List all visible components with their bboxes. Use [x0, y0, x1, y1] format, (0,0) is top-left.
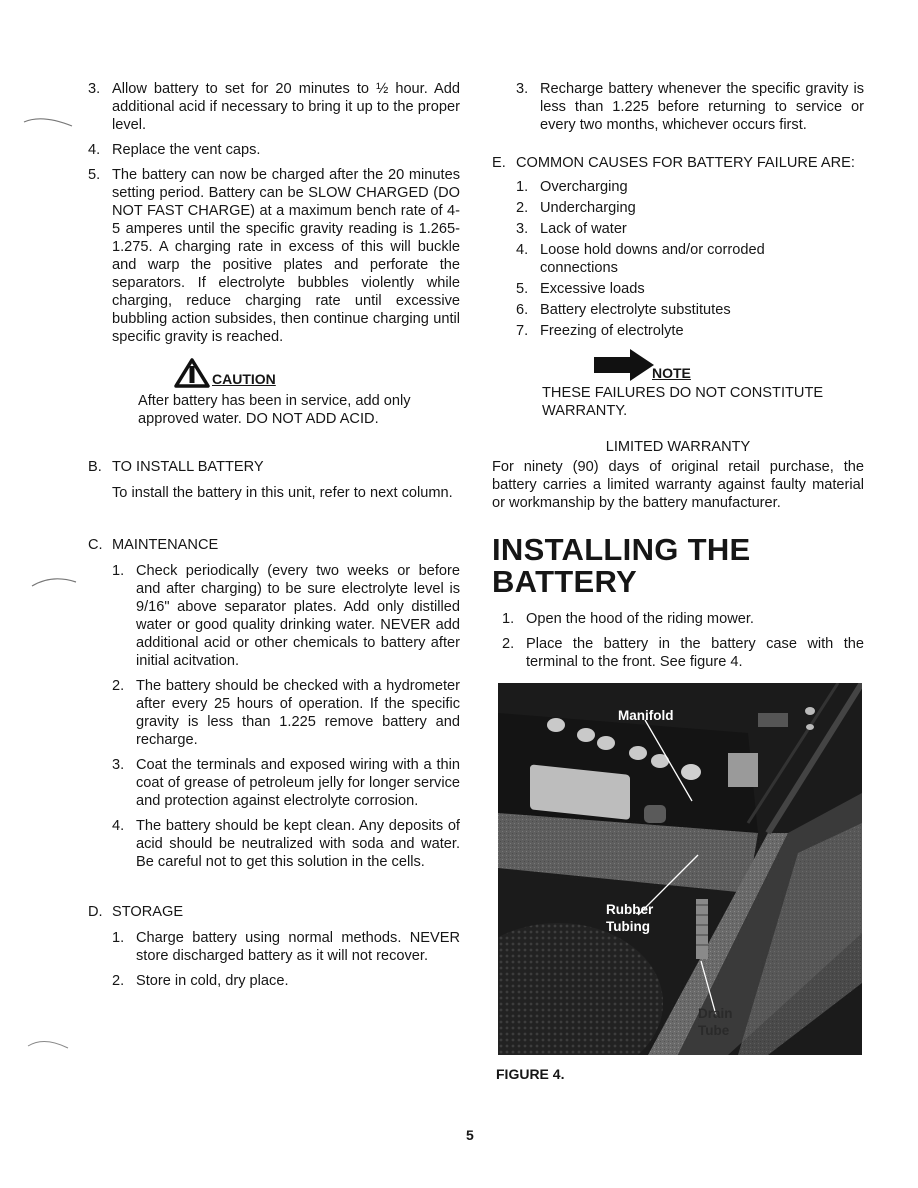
list-item: 1. Overcharging	[516, 179, 628, 195]
arrow-right-icon	[594, 349, 654, 381]
warning-triangle-icon	[174, 358, 210, 388]
note-heading: NOTE	[594, 348, 864, 382]
section-b-text: To install the battery in this unit, ref…	[112, 485, 453, 501]
storage-list: 1. Charge battery using normal methods. N…	[88, 929, 460, 990]
list-item: 4. Loose hold downs and/or corroded conne…	[516, 242, 765, 276]
list-item: 7. Freezing of electrolyte	[516, 323, 684, 339]
battery-fill-steps: 3. Allow battery to set for 20 minutes to…	[88, 80, 460, 346]
note-text: THESE FAILURES DO NOT CONSTITUTE WARRANT…	[542, 385, 824, 419]
note-label: NOTE	[652, 365, 691, 381]
section-title: STORAGE	[112, 904, 184, 920]
drain-tube-label: Drain Tube	[698, 1006, 733, 1038]
left-column: 3. Allow battery to set for 20 minutes to…	[88, 80, 460, 997]
scan-mark	[27, 1041, 69, 1049]
section-c: C. MAINTENANCE	[88, 537, 219, 553]
section-e: E. COMMON CAUSES FOR BATTERY FAILURE ARE…	[492, 155, 855, 171]
list-item: 2. The battery should be checked with a h…	[112, 678, 460, 748]
scan-mark	[23, 118, 73, 127]
section-title: TO INSTALL BATTERY	[112, 459, 264, 475]
section-d: D. STORAGE	[88, 904, 184, 920]
warranty-title: LIMITED WARRANTY	[605, 439, 751, 455]
list-item: 2. Undercharging	[516, 200, 636, 216]
figure-4-photo: Manifold Rubber Tubing Drain Tube	[498, 683, 862, 1055]
list-item: 1. Charge battery using normal methods. N…	[112, 930, 460, 964]
installing-title: INSTALLING THE BATTERY	[492, 532, 751, 599]
battery-photo	[498, 683, 862, 1055]
list-item: 1. Check periodically (every two weeks or…	[112, 563, 460, 669]
caution-text: After battery has been in service, add o…	[138, 393, 411, 427]
caution-heading: CAUTION	[174, 358, 460, 388]
list-item: 3. Lack of water	[516, 221, 627, 237]
page-number: 5	[466, 1127, 474, 1143]
list-item: 5. The battery can now be charged after t…	[88, 167, 460, 345]
list-item: 3. Allow battery to set for 20 minutes to…	[88, 81, 460, 133]
section-b: B. TO INSTALL BATTERY	[88, 459, 264, 475]
figure-caption: FIGURE 4.	[496, 1066, 565, 1082]
list-item: 6. Battery electrolyte substitutes	[516, 302, 731, 318]
storage-continued-list: 3. Recharge battery whenever the specific…	[492, 80, 864, 134]
list-item: 2. Store in cold, dry place.	[112, 973, 289, 989]
list-item: 3. Recharge battery whenever the specific…	[516, 81, 864, 133]
list-item: 4. The battery should be kept clean. Any …	[112, 818, 460, 870]
list-item: 3. Coat the terminals and exposed wiring …	[112, 757, 460, 809]
installing-steps: 1. Open the hood of the riding mower. 2. P…	[492, 610, 864, 671]
maintenance-list: 1. Check periodically (every two weeks or…	[88, 562, 460, 871]
scan-mark	[31, 578, 77, 587]
right-column: 3. Recharge battery whenever the specific…	[492, 80, 864, 1083]
list-item: 4. Replace the vent caps.	[88, 142, 261, 158]
warranty-text: For ninety (90) days of original retail …	[492, 459, 864, 511]
rubber-tubing-label: Rubber Tubing	[606, 902, 654, 934]
list-item: 5. Excessive loads	[516, 281, 645, 297]
manifold-label: Manifold	[618, 708, 674, 723]
list-item: 1. Open the hood of the riding mower.	[502, 611, 754, 627]
failure-causes-list: 1. Overcharging 2. Undercharging 3. Lack of…	[492, 178, 864, 340]
section-title: MAINTENANCE	[112, 537, 219, 553]
caution-label: CAUTION	[212, 371, 276, 387]
list-item: 2. Place the battery in the battery case …	[502, 636, 864, 670]
section-title: COMMON CAUSES FOR BATTERY FAILURE ARE:	[516, 155, 855, 171]
